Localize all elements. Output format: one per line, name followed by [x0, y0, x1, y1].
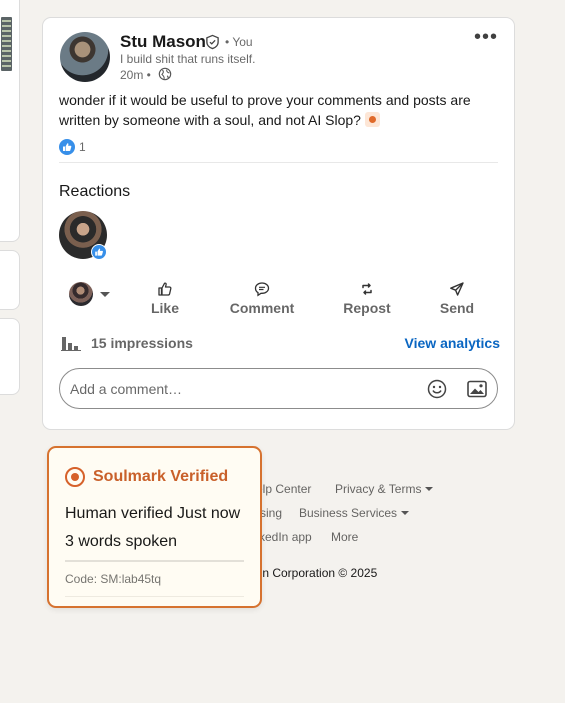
- comment-label: Comment: [229, 300, 295, 316]
- comment-input[interactable]: [70, 381, 410, 397]
- footer-more-link[interactable]: More: [331, 530, 358, 544]
- edge-thumbnail: [1, 17, 12, 71]
- soulmark-title: Soulmark Verified: [93, 468, 229, 485]
- author-headline: I build shit that runs itself.: [120, 52, 256, 66]
- divider: [65, 596, 244, 597]
- post-card: Stu Mason • You I build shit that runs i…: [42, 17, 515, 430]
- divider: [59, 162, 498, 163]
- send-button[interactable]: Send: [435, 276, 479, 316]
- bar-chart-icon: [61, 337, 81, 351]
- soulmark-badge-icon[interactable]: [364, 112, 380, 127]
- post-time: 20m •: [120, 68, 151, 82]
- left-profile-card-edge: [0, 0, 20, 242]
- image-icon[interactable]: [467, 380, 487, 398]
- analytics-row: 15 impressions View analytics: [59, 332, 500, 354]
- caret-down-icon: [100, 292, 110, 297]
- post-text: wonder if it would be useful to prove yo…: [59, 92, 471, 128]
- author-avatar[interactable]: [60, 32, 110, 82]
- divider: [65, 560, 244, 562]
- like-label: Like: [150, 300, 179, 316]
- soulmark-icon: [65, 467, 85, 487]
- footer-business-services-link[interactable]: Business Services: [299, 506, 410, 520]
- actor-switcher[interactable]: [69, 282, 113, 308]
- thumbs-up-icon: [158, 282, 172, 296]
- relationship-badge: • You: [225, 35, 253, 49]
- impressions-count[interactable]: 15 impressions: [91, 335, 193, 351]
- footer-help-center-link[interactable]: elp Center: [256, 482, 311, 496]
- soulmark-code: Code: SM:lab45tq: [65, 572, 162, 586]
- send-icon: [450, 282, 464, 296]
- footer-copyright: In Corporation © 2025: [259, 566, 378, 580]
- caret-down-icon: [401, 511, 410, 515]
- post-body: wonder if it would be useful to prove yo…: [59, 90, 504, 130]
- verified-shield-icon: [206, 34, 219, 50]
- comment-button[interactable]: Comment: [227, 276, 297, 316]
- soulmark-word-count: 3 words spoken: [65, 533, 178, 550]
- like-reaction-icon: [59, 139, 75, 155]
- send-label: Send: [439, 300, 475, 316]
- like-reaction-icon: [91, 244, 107, 260]
- reactions-heading: Reactions: [59, 183, 131, 200]
- like-count: 1: [79, 140, 86, 154]
- like-button[interactable]: Like: [145, 276, 185, 316]
- footer-privacy-terms-link[interactable]: Privacy & Terms: [335, 482, 434, 496]
- footer-app-link[interactable]: kedIn app: [259, 530, 312, 544]
- footer-advertising-link[interactable]: sing: [260, 506, 282, 520]
- social-counts[interactable]: 1: [59, 138, 86, 156]
- footer-privacy-terms-label: Privacy & Terms: [335, 482, 422, 496]
- comment-icon: [254, 282, 270, 297]
- repost-label: Repost: [343, 300, 391, 316]
- caret-down-icon: [425, 487, 434, 491]
- comment-box[interactable]: [59, 368, 498, 409]
- author-name[interactable]: Stu Mason: [120, 32, 206, 52]
- more-options-button[interactable]: •••: [470, 27, 502, 52]
- social-action-bar: Like Comment Repost Send: [59, 276, 500, 316]
- emoji-icon[interactable]: [427, 379, 447, 399]
- repost-icon: [362, 283, 372, 295]
- footer-business-services-label: Business Services: [299, 506, 398, 520]
- soulmark-verification-status: Human verified Just now: [65, 505, 241, 522]
- left-links-card-edge: 3 6: [0, 318, 20, 395]
- actor-avatar: [69, 282, 93, 306]
- soulmark-popover: Soulmark Verified Human verified Just no…: [47, 446, 262, 608]
- view-analytics-link[interactable]: View analytics: [405, 335, 500, 351]
- repost-button[interactable]: Repost: [341, 276, 393, 316]
- left-card-edge: [0, 250, 20, 310]
- globe-icon: [158, 67, 172, 81]
